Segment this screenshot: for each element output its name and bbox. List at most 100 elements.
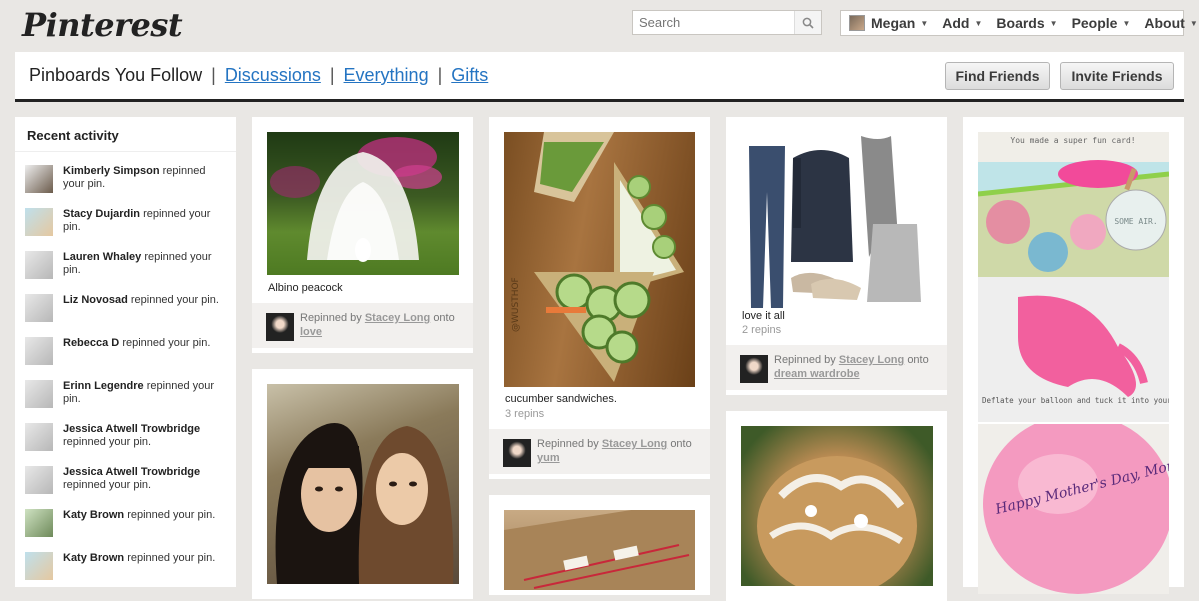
activity-item[interactable]: Rebecca D repinned your pin. — [15, 337, 236, 365]
about-menu[interactable]: About ▼ — [1137, 15, 1199, 31]
pinterest-logo[interactable]: Pinterest — [22, 6, 183, 44]
outfit-image — [749, 136, 921, 308]
repinner-avatar[interactable] — [503, 439, 531, 467]
chevron-down-icon: ▼ — [974, 18, 983, 28]
repinned-by-text: Repinned by — [774, 354, 836, 366]
pin-card[interactable]: Albino peacock Repinned by Stacey Long o… — [252, 117, 473, 353]
pin-thumbnail — [25, 337, 53, 365]
user-name: Megan — [871, 15, 916, 31]
sandwich-image: @WUSTHOF — [511, 132, 684, 382]
pin-caption: love it all — [742, 310, 785, 322]
pin-card[interactable]: @WUSTHOF cucumber sandwiches. 3 repins R… — [489, 117, 710, 479]
board-link[interactable]: love — [300, 326, 322, 338]
activity-user[interactable]: Rebecca D — [63, 337, 119, 349]
tab-everything[interactable]: Everything — [344, 65, 429, 86]
add-label: Add — [942, 15, 970, 31]
activity-user[interactable]: Liz Novosad — [63, 294, 128, 306]
activity-item[interactable]: Katy Brown repinned your pin. — [15, 552, 236, 580]
separator: | — [437, 65, 443, 85]
repin-count[interactable]: 2 repins — [742, 324, 781, 336]
pin-card[interactable] — [252, 369, 473, 599]
add-menu[interactable]: Add ▼ — [935, 15, 989, 31]
repin-count[interactable]: 3 repins — [505, 408, 544, 420]
tab-gifts[interactable]: Gifts — [451, 65, 488, 86]
feed-tabs: Pinboards You Follow | Discussions | Eve… — [29, 65, 488, 86]
activity-item[interactable]: Kimberly Simpson repinned your pin. — [15, 165, 236, 193]
activity-user[interactable]: Katy Brown — [63, 552, 124, 564]
activity-text: repinned your pin. — [122, 337, 211, 349]
tab-discussions[interactable]: Discussions — [225, 65, 321, 86]
pin-card[interactable] — [726, 411, 947, 601]
tab-pinboards-you-follow[interactable]: Pinboards You Follow — [29, 65, 202, 86]
activity-user[interactable]: Jessica Atwell Trowbridge — [63, 423, 200, 435]
onto-text: onto — [670, 438, 692, 450]
activity-user[interactable]: Kimberly Simpson — [63, 165, 160, 177]
recent-activity-panel: Recent activity Kimberly Simpson repinne… — [15, 117, 236, 587]
activity-user[interactable]: Katy Brown — [63, 509, 124, 521]
pin-image[interactable]: Deflate your balloon and tuck it into yo… — [978, 277, 1169, 422]
repinner-avatar[interactable] — [266, 313, 294, 341]
pin-thumbnail — [25, 294, 53, 322]
portrait-image — [275, 423, 454, 584]
activity-text: repinned your pin. — [63, 479, 152, 491]
boards-menu[interactable]: Boards ▼ — [989, 15, 1064, 31]
activity-user[interactable]: Lauren Whaley — [63, 251, 141, 263]
pin-thumbnail — [25, 380, 53, 408]
card-image: You made a super fun card! SOME AIR. — [978, 132, 1169, 277]
repinned-by-text: Repinned by — [537, 438, 599, 450]
activity-item[interactable]: Lauren Whaley repinned your pin. — [15, 251, 236, 279]
find-friends-button[interactable]: Find Friends — [945, 62, 1050, 90]
pin-thumbnail — [25, 423, 53, 451]
activity-text: repinned your pin. — [127, 509, 216, 521]
pin-thumbnail — [25, 466, 53, 494]
activity-text: repinned your pin. — [130, 294, 219, 306]
activity-user[interactable]: Erinn Legendre — [63, 380, 144, 392]
board-link[interactable]: dream wardrobe — [774, 368, 860, 380]
board-link[interactable]: yum — [537, 452, 560, 464]
repinned-by-text: Repinned by — [300, 312, 362, 324]
activity-item[interactable]: Erinn Legendre repinned your pin. — [15, 380, 236, 408]
repinner-link[interactable]: Stacey Long — [365, 312, 430, 324]
pin-image[interactable] — [267, 132, 459, 275]
repinner-link[interactable]: Stacey Long — [602, 438, 667, 450]
chevron-down-icon: ▼ — [1049, 18, 1058, 28]
pin-image[interactable]: @WUSTHOF — [504, 132, 695, 387]
people-label: People — [1071, 15, 1118, 31]
pin-thumbnail — [25, 251, 53, 279]
pin-image[interactable] — [267, 384, 459, 584]
pin-thumbnail — [25, 552, 53, 580]
pin-image[interactable]: Happy Mother's Day, Mom! I Love You! — [978, 424, 1169, 594]
balloon-instruction-text: Deflate your balloon and tuck it into yo… — [982, 396, 1169, 405]
pin-card[interactable]: You made a super fun card! SOME AIR. Def… — [963, 117, 1184, 594]
people-menu[interactable]: People ▼ — [1065, 15, 1138, 31]
pin-image[interactable] — [741, 132, 933, 309]
pin-caption: cucumber sandwiches. — [505, 393, 617, 405]
chevron-down-icon: ▼ — [920, 18, 929, 28]
pin-card[interactable]: love it all 2 repins Repinned by Stacey … — [726, 117, 947, 395]
pin-repin-info: Repinned by Stacey Long onto dream wardro… — [726, 345, 947, 390]
activity-item[interactable]: Katy Brown repinned your pin. — [15, 509, 236, 537]
activity-user[interactable]: Jessica Atwell Trowbridge — [63, 466, 200, 478]
activity-text: repinned your pin. — [127, 552, 216, 564]
activity-item[interactable]: Stacy Dujardin repinned your pin. — [15, 208, 236, 236]
activity-user[interactable]: Stacy Dujardin — [63, 208, 140, 220]
repinner-avatar[interactable] — [740, 355, 768, 383]
user-menu[interactable]: Megan ▼ — [841, 15, 935, 31]
pin-image[interactable] — [504, 510, 695, 590]
pin-image[interactable]: You made a super fun card! SOME AIR. — [978, 132, 1169, 277]
chevron-down-icon: ▼ — [1189, 18, 1198, 28]
card-tag-text: SOME AIR. — [1114, 217, 1157, 226]
pin-image[interactable] — [741, 426, 933, 586]
activity-item[interactable]: Liz Novosad repinned your pin. — [15, 294, 236, 322]
activity-item[interactable]: Jessica Atwell Trowbridge repinned your … — [15, 466, 236, 494]
gift-box-image — [504, 510, 695, 590]
search-icon — [802, 17, 814, 29]
balloon-message-image: Happy Mother's Day, Mom! I Love You! — [983, 424, 1169, 594]
search-button[interactable] — [794, 11, 821, 34]
repinner-link[interactable]: Stacey Long — [839, 354, 904, 366]
search-input[interactable] — [633, 11, 795, 33]
activity-item[interactable]: Jessica Atwell Trowbridge repinned your … — [15, 423, 236, 451]
watermark-text: @WUSTHOF — [511, 277, 521, 332]
pin-card[interactable] — [489, 495, 710, 595]
invite-friends-button[interactable]: Invite Friends — [1060, 62, 1174, 90]
